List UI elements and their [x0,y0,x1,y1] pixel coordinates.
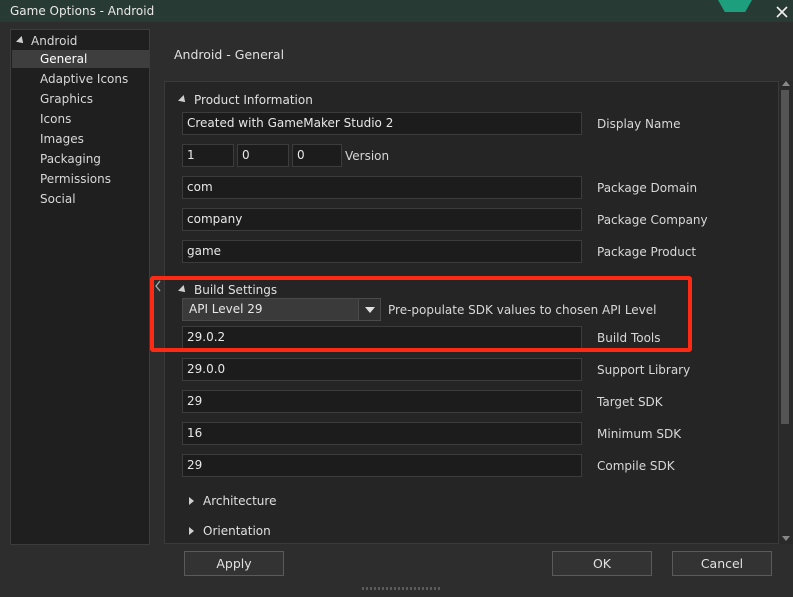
sidebar-item-adaptive-icons[interactable]: Adaptive Icons [12,70,149,88]
build-tools-input[interactable]: 29.0.2 [182,326,582,349]
sidebar-item-permissions[interactable]: Permissions [12,170,149,188]
sidebar-item-general[interactable]: General [12,50,149,68]
chevron-down-icon [365,307,375,313]
section-heading: Architecture [203,494,277,508]
compile-sdk-label: Compile SDK [597,459,675,473]
section-heading: Product Information [194,93,313,107]
version-major-input[interactable]: 1 [182,144,234,167]
tree-root-label: Android [31,34,78,48]
collapse-triangle-icon[interactable] [16,36,26,46]
version-patch-input[interactable]: 0 [292,144,342,167]
section-build-settings[interactable]: Build Settings [178,283,278,297]
sidebar-item-icons[interactable]: Icons [12,110,149,128]
window-title: Game Options - Android [10,4,155,18]
tree-root-android[interactable]: Android [16,33,78,49]
minimum-sdk-input[interactable]: 16 [182,422,582,445]
settings-panel: Product Information Created with GameMak… [164,81,779,544]
close-icon[interactable] [776,2,793,20]
display-name-label: Display Name [597,117,681,131]
package-domain-label: Package Domain [597,181,698,195]
compile-sdk-input[interactable]: 29 [182,454,582,477]
page-title: Android - General [174,47,285,62]
sidebar-collapse-icon[interactable] [154,280,162,292]
minimum-sdk-label: Minimum SDK [597,427,682,441]
expand-triangle-icon [178,285,188,295]
options-sidebar: Android General Adaptive Icons Graphics … [10,29,150,545]
api-level-select[interactable]: API Level 29 [182,298,381,321]
apply-button[interactable]: Apply [184,551,284,576]
section-product-information[interactable]: Product Information [178,93,313,107]
target-sdk-label: Target SDK [597,395,663,409]
display-name-input[interactable]: Created with GameMaker Studio 2 [182,112,582,135]
gamemaker-accent-tab [718,0,752,12]
sidebar-item-graphics[interactable]: Graphics [12,90,149,108]
resize-grip[interactable] [362,587,440,590]
section-heading: Orientation [203,524,271,538]
version-label: Version [345,149,390,163]
package-company-label: Package Company [597,213,708,227]
ok-button[interactable]: OK [552,551,652,576]
dropdown-button[interactable] [358,299,380,320]
api-level-label: Pre-populate SDK values to chosen API Le… [388,303,657,317]
package-product-label: Package Product [597,245,697,259]
cancel-button[interactable]: Cancel [672,551,772,576]
scroll-up-icon[interactable] [782,81,790,86]
expand-triangle-icon [189,527,194,535]
package-company-input[interactable]: company [182,208,582,231]
version-minor-input[interactable]: 0 [237,144,289,167]
scroll-thumb[interactable] [781,90,789,424]
expand-triangle-icon [189,497,194,505]
package-domain-input[interactable]: com [182,176,582,199]
vertical-scrollbar[interactable] [779,81,793,544]
sidebar-item-packaging[interactable]: Packaging [12,150,149,168]
package-product-input[interactable]: game [182,240,582,263]
api-level-value: API Level 29 [189,302,263,316]
build-tools-label: Build Tools [597,331,661,345]
support-library-input[interactable]: 29.0.0 [182,358,582,381]
section-orientation[interactable]: Orientation [189,524,271,538]
expand-triangle-icon [178,95,188,105]
section-heading: Build Settings [194,283,278,297]
sidebar-item-social[interactable]: Social [12,190,149,208]
scroll-down-icon[interactable] [782,536,790,541]
section-architecture[interactable]: Architecture [189,494,276,508]
support-library-label: Support Library [597,363,691,377]
target-sdk-input[interactable]: 29 [182,390,582,413]
title-bar: Game Options - Android [0,0,793,22]
sidebar-item-images[interactable]: Images [12,130,149,148]
